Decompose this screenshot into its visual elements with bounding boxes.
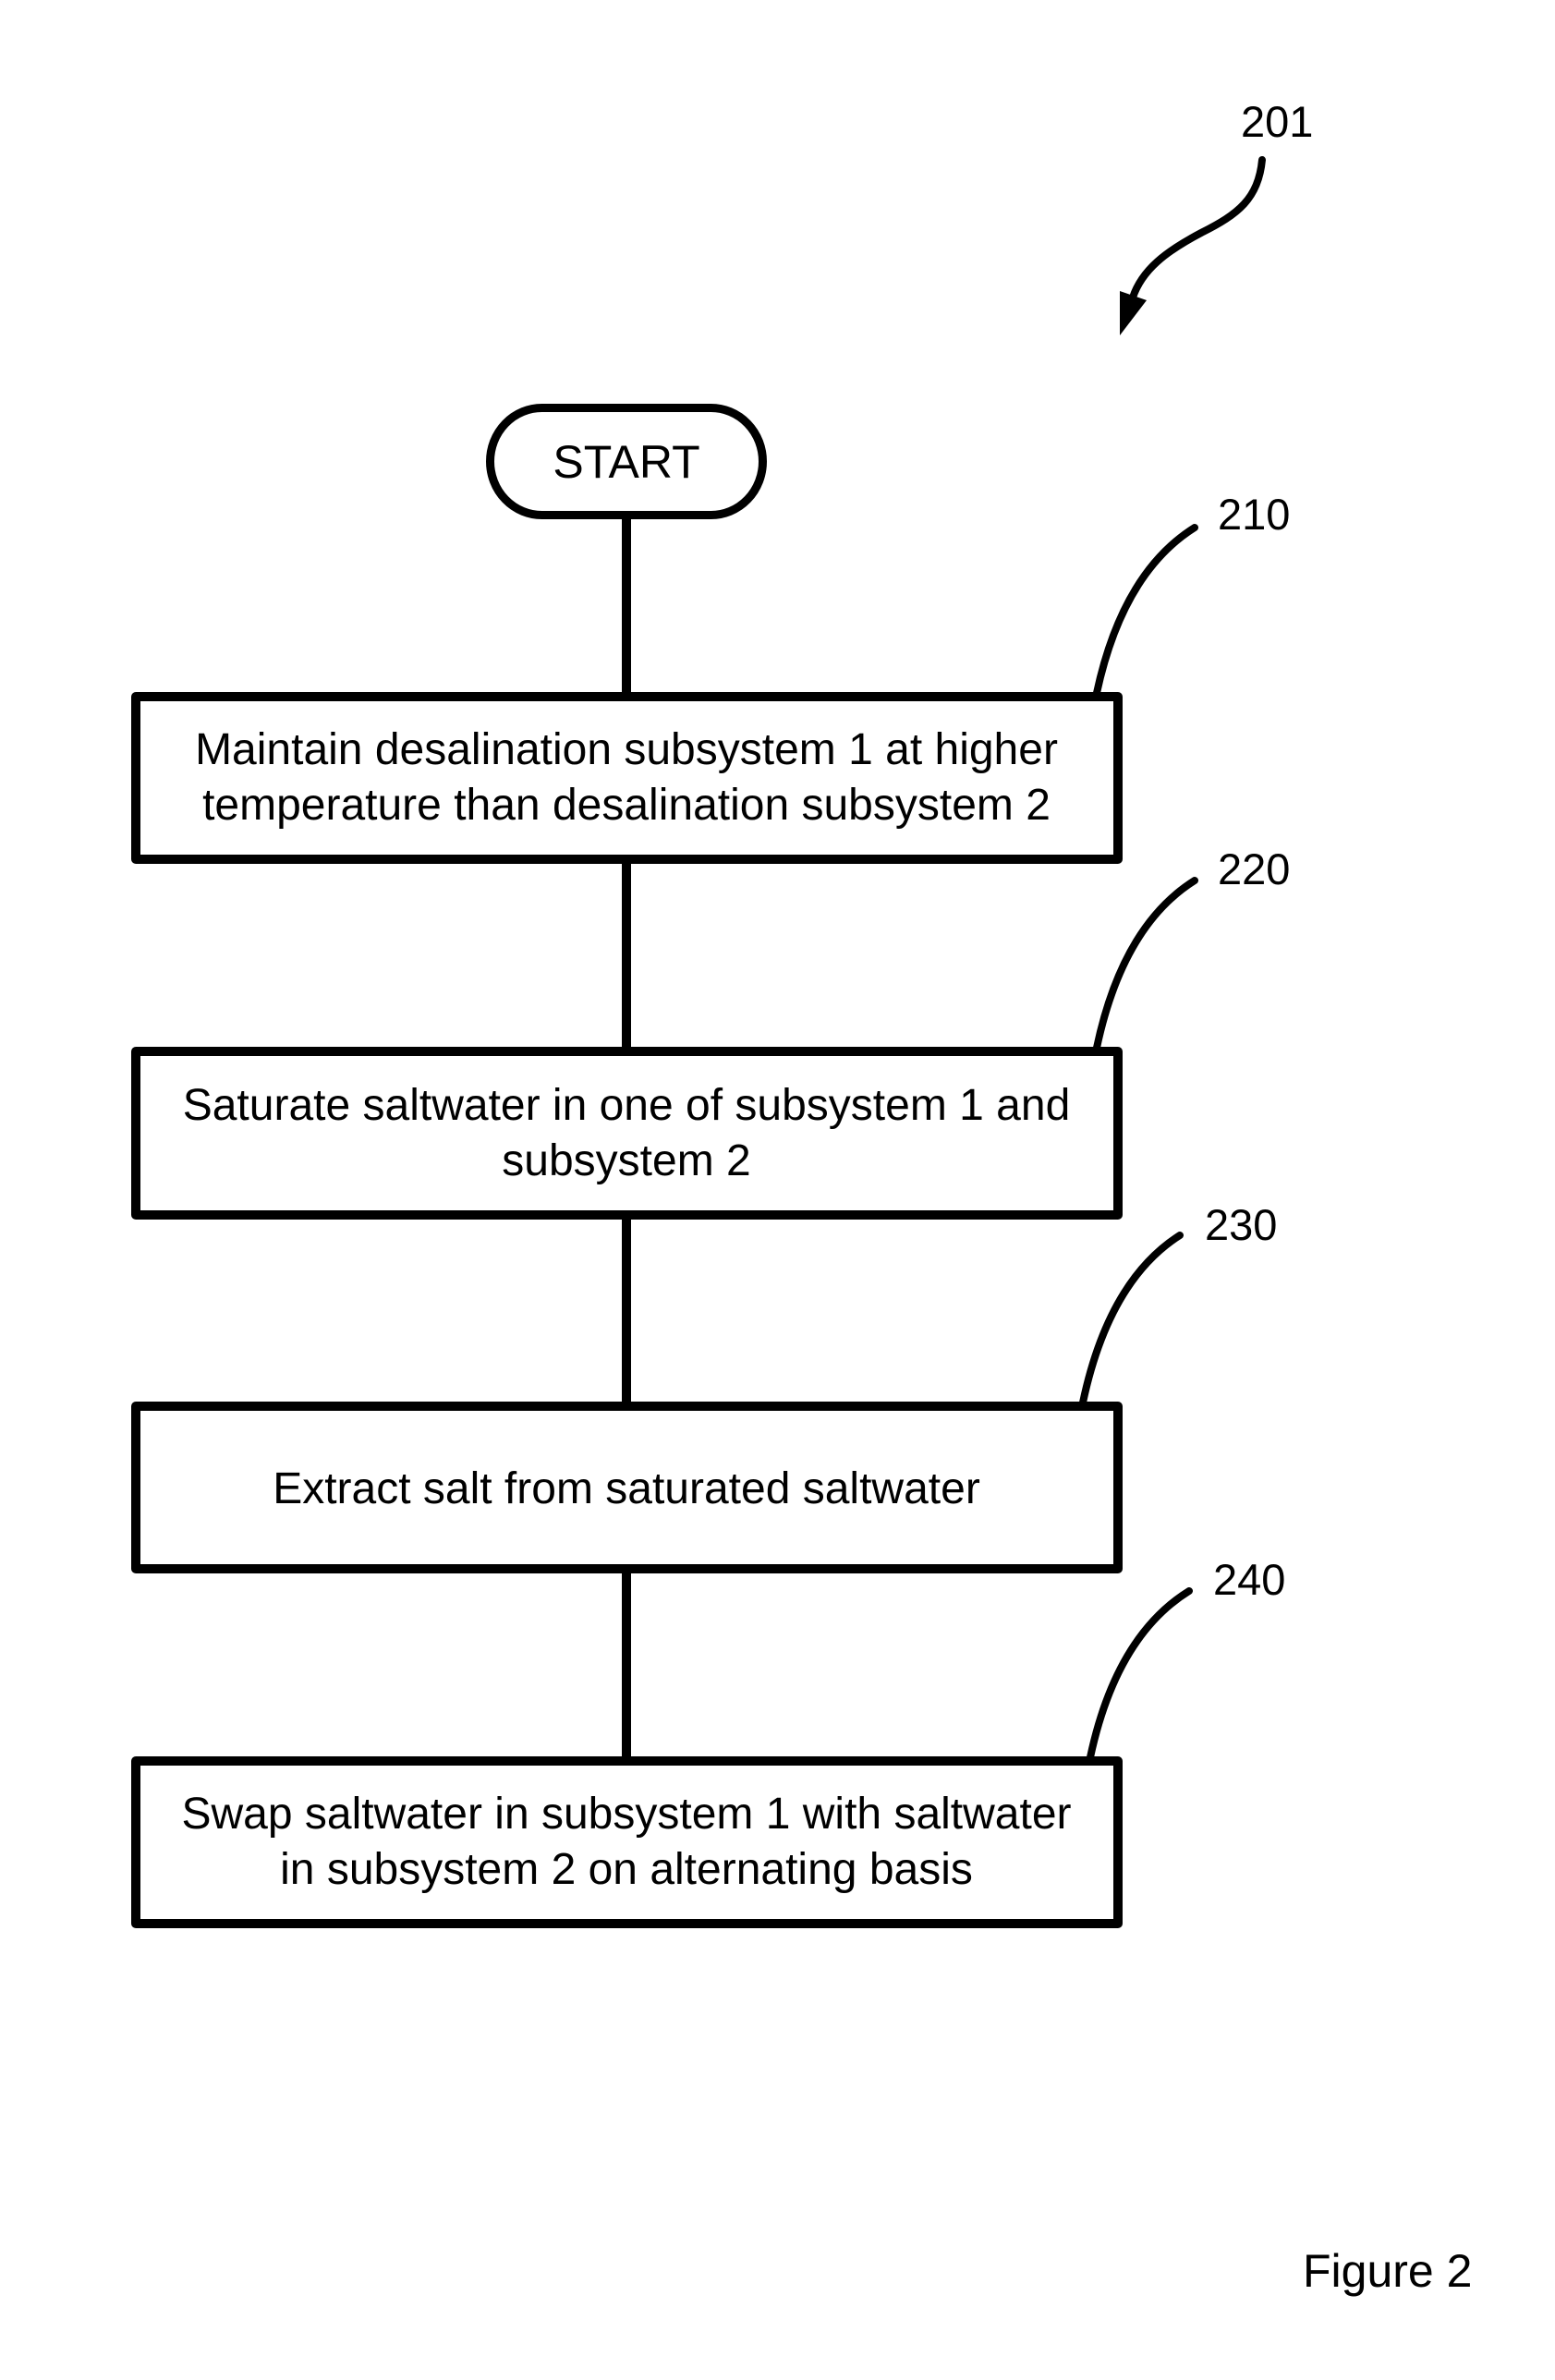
start-terminator: START bbox=[486, 404, 767, 519]
step-220-text-line-2: subsystem 2 bbox=[502, 1136, 750, 1185]
figure-reference-number: 201 bbox=[1241, 97, 1313, 146]
figure-reference-arrow-line bbox=[1129, 156, 1266, 301]
step-210-leader-line bbox=[1093, 524, 1198, 697]
step-230-leader-line bbox=[1079, 1232, 1184, 1406]
step-210-text-line-1: Maintain desalination subsystem 1 at hig… bbox=[195, 725, 1058, 774]
step-220: Saturate saltwater in one of subsystem 1… bbox=[131, 844, 1290, 1220]
step-220-leader-line bbox=[1093, 877, 1198, 1051]
step-240-box bbox=[131, 1756, 1123, 1928]
figure-caption: Figure 2 bbox=[1303, 2245, 1472, 2297]
step-240-text-line-2: in subsystem 2 on alternating basis bbox=[280, 1845, 973, 1894]
step-230-text-line-1: Extract salt from saturated saltwater bbox=[273, 1464, 980, 1513]
step-240: Swap saltwater in subsystem 1 with saltw… bbox=[131, 1555, 1285, 1928]
step-210-box bbox=[131, 692, 1123, 864]
step-210-ref-number: 210 bbox=[1218, 490, 1290, 539]
step-210: Maintain desalination subsystem 1 at hig… bbox=[131, 490, 1290, 864]
start-label: START bbox=[553, 436, 699, 488]
flowchart-diagram: 201 START Maintain desalination subsyste… bbox=[131, 97, 1472, 2297]
step-230-ref-number: 230 bbox=[1205, 1200, 1277, 1249]
step-240-text-line-1: Swap saltwater in subsystem 1 with saltw… bbox=[181, 1790, 1071, 1839]
arrowhead-icon bbox=[1120, 291, 1147, 335]
step-220-text-line-1: Saturate saltwater in one of subsystem 1… bbox=[183, 1081, 1071, 1130]
step-240-leader-line bbox=[1087, 1587, 1193, 1761]
step-220-box bbox=[131, 1047, 1123, 1220]
figure-reference: 201 bbox=[1120, 97, 1313, 335]
step-220-ref-number: 220 bbox=[1218, 844, 1290, 893]
step-210-text-line-2: temperature than desalination subsystem … bbox=[202, 781, 1051, 830]
step-240-ref-number: 240 bbox=[1213, 1555, 1285, 1604]
step-230: Extract salt from saturated saltwater 23… bbox=[131, 1200, 1277, 1573]
